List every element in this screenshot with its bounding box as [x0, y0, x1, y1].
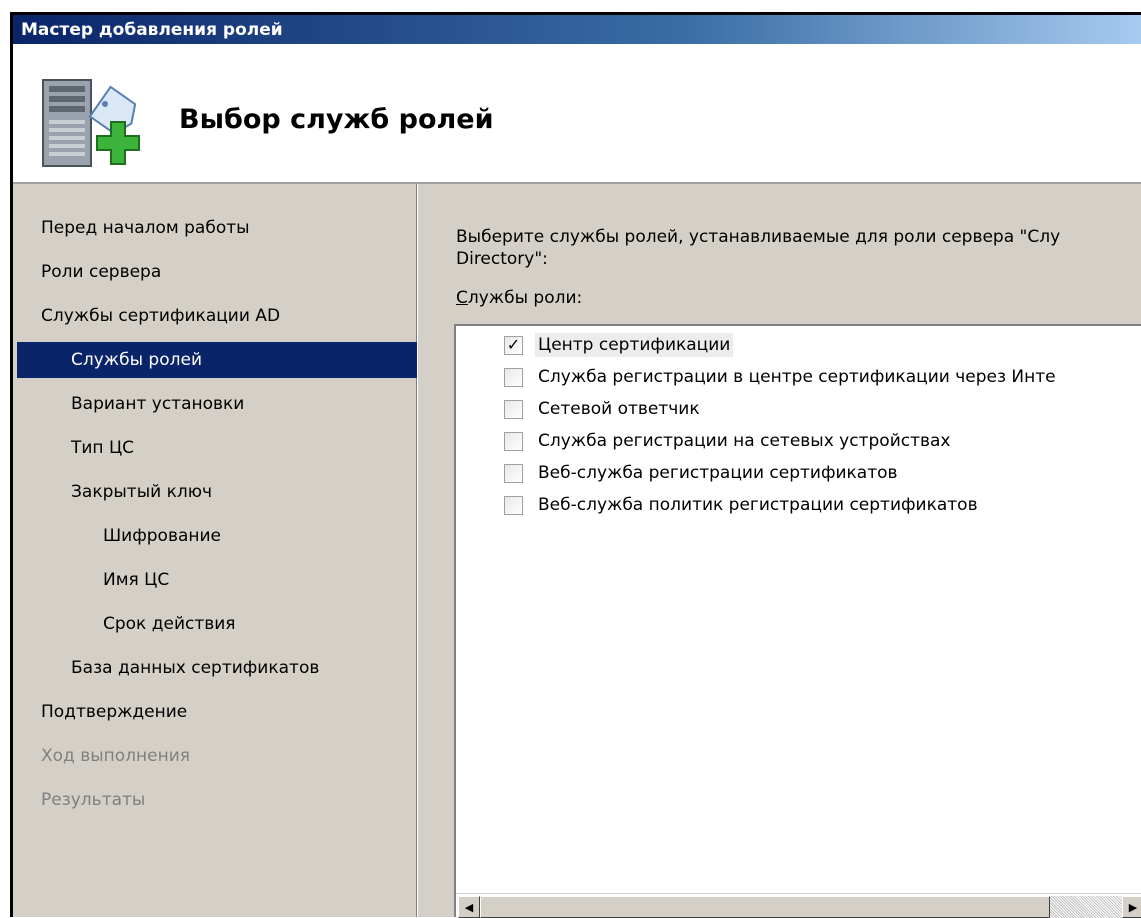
- scroll-right-button[interactable]: ▶: [1122, 896, 1141, 918]
- window-title: Мастер добавления ролей: [21, 20, 283, 40]
- service-row[interactable]: Служба регистрации на сетевых устройства…: [504, 426, 953, 456]
- service-checkbox[interactable]: [504, 399, 523, 419]
- service-label[interactable]: Веб-служба регистрации сертификатов: [535, 461, 901, 485]
- nav-step[interactable]: Роли сервера: [41, 254, 161, 290]
- nav-step[interactable]: База данных сертификатов: [71, 650, 319, 686]
- content-panel: Выберите службы ролей, устанавливаемые д…: [418, 184, 1141, 918]
- wizard-window: Мастер добавления ролей Выбор служб роле…: [0, 0, 1141, 918]
- service-label[interactable]: Центр сертификации: [535, 333, 734, 357]
- service-label[interactable]: Сетевой ответчик: [535, 397, 703, 421]
- checkmark-icon: ✓: [506, 335, 521, 354]
- nav-step[interactable]: Срок действия: [103, 606, 236, 642]
- access-key: С: [456, 288, 468, 308]
- nav-step[interactable]: Шифрование: [103, 518, 221, 554]
- role-services-listbox[interactable]: ◀ ▶ ✓ Центр сертификации Служба регистраци…: [454, 324, 1141, 918]
- scroll-thumb[interactable]: [480, 896, 1050, 918]
- nav-step: Ход выполнения: [41, 746, 190, 766]
- service-checkbox[interactable]: [504, 495, 523, 515]
- list-label-text: лужбы роли:: [467, 288, 583, 308]
- nav-step: Результаты: [41, 790, 146, 810]
- service-checkbox[interactable]: ✓: [504, 335, 523, 355]
- service-row[interactable]: Сетевой ответчик: [504, 394, 703, 424]
- wizard-step-nav: Перед началом работы Роли сервера Службы с…: [10, 184, 417, 917]
- service-checkbox[interactable]: [504, 463, 523, 483]
- service-row[interactable]: Веб-служба политик регистрации сертифика…: [504, 490, 981, 520]
- service-label[interactable]: Служба регистрации на сетевых устройства…: [535, 429, 953, 453]
- title-bar: Мастер добавления ролей: [10, 12, 1141, 44]
- nav-step[interactable]: Перед началом работы: [41, 210, 250, 246]
- wizard-header: Выбор служб ролей: [10, 44, 1141, 182]
- horizontal-scrollbar[interactable]: ◀ ▶: [456, 893, 1141, 918]
- arrow-right-icon: ▶: [1128, 900, 1138, 914]
- service-row[interactable]: ✓ Центр сертификации: [504, 330, 734, 360]
- instruction-text: Выберите службы ролей, устанавливаемые д…: [456, 227, 1061, 269]
- service-row[interactable]: Веб-служба регистрации сертификатов: [504, 458, 901, 488]
- arrow-left-icon: ◀: [464, 900, 474, 914]
- service-label[interactable]: Веб-служба политик регистрации сертифика…: [535, 493, 981, 517]
- nav-step[interactable]: Службы ролей: [17, 342, 417, 378]
- page-heading: Выбор служб ролей: [179, 104, 494, 135]
- service-checkbox[interactable]: [504, 431, 523, 451]
- nav-step[interactable]: Тип ЦС: [71, 430, 134, 466]
- service-label[interactable]: Служба регистрации в центре сертификации…: [535, 365, 1059, 389]
- nav-step[interactable]: Службы сертификации AD: [41, 298, 280, 334]
- scroll-track[interactable]: [1050, 896, 1122, 918]
- nav-step[interactable]: Имя ЦС: [103, 562, 169, 598]
- server-add-icon: [42, 79, 140, 167]
- nav-step[interactable]: Подтверждение: [41, 694, 187, 730]
- service-row[interactable]: Служба регистрации в центре сертификации…: [504, 362, 1059, 392]
- list-label: Службы роли:: [456, 288, 582, 308]
- service-checkbox[interactable]: [504, 367, 523, 387]
- scroll-left-button[interactable]: ◀: [458, 896, 480, 918]
- nav-step[interactable]: Вариант установки: [71, 386, 244, 422]
- nav-step[interactable]: Закрытый ключ: [71, 474, 212, 510]
